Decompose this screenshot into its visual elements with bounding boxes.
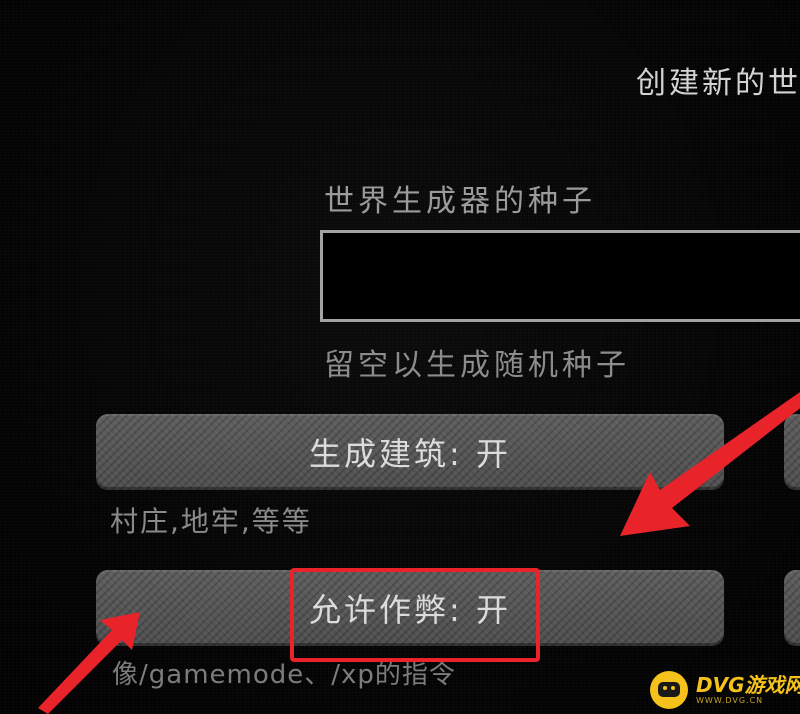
generate-structures-button[interactable]: 生成建筑: 开 [96, 414, 724, 490]
create-world-screen: 创建新的世 世界生成器的种子 留空以生成随机种子 生成建筑: 开 村庄,地牢,等… [0, 0, 800, 714]
gamepad-logo-icon [650, 671, 688, 709]
watermark-name: DVG游戏网 [696, 673, 800, 697]
generate-structures-label: 生成建筑: 开 [309, 435, 511, 473]
seed-input[interactable] [320, 230, 800, 322]
structures-side-button[interactable] [784, 414, 800, 490]
screen-title: 创建新的世 [636, 66, 800, 101]
cheats-description: 像/gamemode、/xp的指令 [112, 660, 456, 690]
site-watermark: DVG游戏网 WWW.DVG.CN [650, 668, 800, 712]
structures-description: 村庄,地牢,等等 [110, 505, 312, 538]
cheats-side-button[interactable] [784, 570, 800, 646]
watermark-url: WWW.DVG.CN [696, 696, 764, 705]
allow-cheats-button[interactable]: 允许作弊: 开 [96, 570, 724, 646]
seed-label: 世界生成器的种子 [324, 184, 596, 219]
seed-hint: 留空以生成随机种子 [324, 348, 630, 383]
allow-cheats-label: 允许作弊: 开 [309, 591, 511, 629]
